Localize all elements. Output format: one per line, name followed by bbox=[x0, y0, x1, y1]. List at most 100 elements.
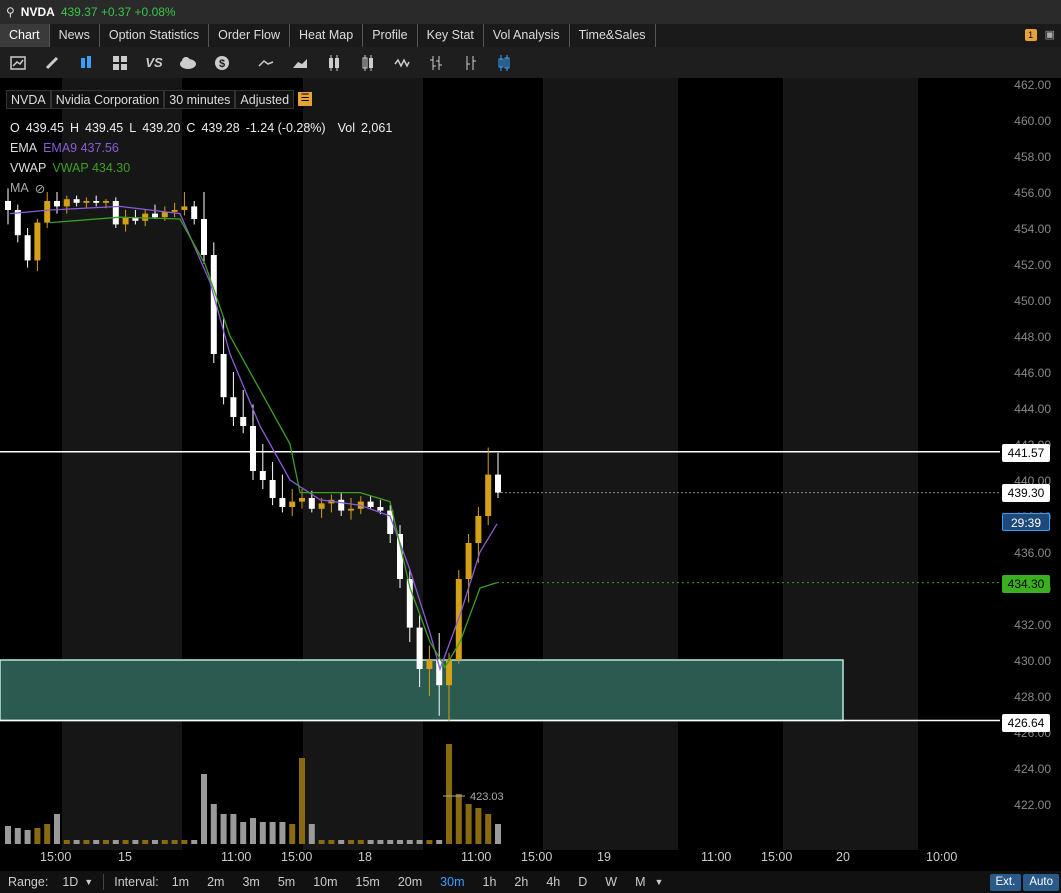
ohlc-readout: O 439.45 H 439.45 L 439.20 C 439.28 -1.2… bbox=[10, 121, 392, 135]
tab-heat-map[interactable]: Heat Map bbox=[290, 24, 364, 47]
last-price-tag: 439.30 bbox=[1002, 484, 1050, 502]
candle-body bbox=[485, 474, 492, 516]
volume-bar bbox=[279, 822, 286, 844]
volume-bar bbox=[299, 758, 305, 844]
interval-option[interactable]: 4h bbox=[537, 875, 569, 889]
candle-body bbox=[14, 210, 21, 236]
ema-legend[interactable]: EMA EMA9 437.56 bbox=[10, 141, 119, 155]
volume-bar bbox=[495, 824, 501, 844]
symbol-info-bar: NVDA Nvidia Corporation 30 minutes Adjus… bbox=[6, 90, 316, 109]
eye-hidden-icon[interactable]: ⊘ bbox=[35, 181, 45, 196]
price-tick-label: 444.00 bbox=[1014, 402, 1051, 416]
auto-scale-button[interactable]: Auto bbox=[1023, 874, 1059, 891]
candle-style-icon[interactable] bbox=[76, 53, 96, 73]
interval-option[interactable]: D bbox=[569, 875, 596, 889]
candle-body bbox=[279, 498, 286, 507]
volume-bar bbox=[230, 814, 237, 844]
time-label: 15:00 bbox=[761, 850, 793, 864]
time-axis[interactable]: 15:00 15 11:00 15:00 18 11:00 15:00 19 1… bbox=[0, 850, 1061, 870]
interval-option[interactable]: 2h bbox=[505, 875, 537, 889]
candle-body bbox=[240, 417, 247, 426]
candle-body bbox=[191, 206, 198, 219]
window-layout-icon[interactable]: ▣ bbox=[1045, 28, 1055, 41]
interval-option[interactable]: 1h bbox=[474, 875, 506, 889]
volume-bar bbox=[152, 840, 158, 844]
candle-body bbox=[171, 210, 178, 212]
search-icon[interactable]: ⚲ bbox=[6, 5, 15, 19]
range-interval-bar: Range: 1D ▼ Interval: 1m 2m 3m 5m 10m 15m 20m 3… bbox=[0, 871, 1061, 893]
tab-chart[interactable]: Chart bbox=[0, 24, 50, 47]
time-label: 18 bbox=[358, 850, 372, 864]
volume-bar bbox=[220, 814, 227, 844]
draw-icon[interactable] bbox=[42, 53, 62, 73]
candle-body bbox=[103, 201, 109, 203]
interval-option[interactable]: 3m bbox=[233, 875, 268, 889]
tab-news[interactable]: News bbox=[50, 24, 100, 47]
dollar-icon[interactable]: $ bbox=[212, 53, 232, 73]
price-tick-label: 424.00 bbox=[1014, 762, 1051, 776]
notification-badge[interactable]: 1 bbox=[1024, 28, 1037, 41]
chevron-down-icon[interactable]: ▼ bbox=[654, 877, 663, 887]
hollow-candle-icon[interactable] bbox=[494, 53, 514, 73]
chart-canvas[interactable]: 423.03 bbox=[0, 78, 1061, 871]
time-label: 19 bbox=[597, 850, 611, 864]
candlestick-icon[interactable] bbox=[358, 53, 378, 73]
tab-profile[interactable]: Profile bbox=[363, 24, 418, 47]
interval-option[interactable]: 5m bbox=[269, 875, 304, 889]
ma-legend[interactable]: MA ⊘ bbox=[10, 181, 45, 196]
ema-value: EMA9 437.56 bbox=[43, 141, 119, 155]
bar-chart-icon[interactable] bbox=[324, 53, 344, 73]
volume-bar bbox=[397, 840, 403, 844]
quote-bar: ⚲ NVDA 439.37 +0.37 +0.08% bbox=[0, 0, 1061, 24]
interval-option[interactable]: 15m bbox=[347, 875, 389, 889]
volume-bar bbox=[250, 818, 256, 844]
interval-option[interactable]: 2m bbox=[198, 875, 233, 889]
area-chart-icon[interactable] bbox=[290, 53, 310, 73]
grid-layout-icon[interactable] bbox=[110, 53, 130, 73]
chevron-down-icon[interactable]: ▼ bbox=[84, 877, 93, 887]
interval-option[interactable]: 10m bbox=[304, 875, 346, 889]
volume-bar bbox=[5, 826, 11, 844]
interval-option[interactable]: 20m bbox=[389, 875, 431, 889]
line-chart-icon[interactable] bbox=[256, 53, 276, 73]
range-select[interactable]: 1D bbox=[62, 875, 78, 889]
candle-body bbox=[416, 627, 423, 669]
time-label: 15 bbox=[118, 850, 132, 864]
menu-icon[interactable]: ☰ bbox=[298, 92, 313, 106]
price-tick-label: 446.00 bbox=[1014, 366, 1051, 380]
tab-vol-analysis[interactable]: Vol Analysis bbox=[484, 24, 570, 47]
tab-time-sales[interactable]: Time&Sales bbox=[570, 24, 656, 47]
cloud-icon[interactable] bbox=[178, 53, 198, 73]
low-label: L bbox=[129, 121, 137, 135]
volume-bar bbox=[436, 840, 443, 844]
tab-key-stat[interactable]: Key Stat bbox=[418, 24, 484, 47]
hlc-icon[interactable] bbox=[460, 53, 480, 73]
tab-order-flow[interactable]: Order Flow bbox=[209, 24, 290, 47]
chart-settings-icon[interactable] bbox=[8, 53, 28, 73]
volume-bar bbox=[308, 824, 315, 844]
symbol-label[interactable]: NVDA bbox=[21, 5, 55, 19]
compare-icon[interactable]: VS bbox=[144, 53, 164, 73]
vwap-legend[interactable]: VWAP VWAP 434.30 bbox=[10, 161, 130, 175]
price-tick-label: 422.00 bbox=[1014, 798, 1051, 812]
interval-option[interactable]: W bbox=[596, 875, 626, 889]
info-symbol[interactable]: NVDA bbox=[6, 90, 51, 109]
open-label: O bbox=[10, 121, 20, 135]
svg-text:$: $ bbox=[219, 58, 225, 70]
info-adjusted[interactable]: Adjusted bbox=[235, 90, 295, 109]
price-chart[interactable]: 423.03 bbox=[0, 78, 1061, 871]
volume-bar bbox=[318, 840, 325, 844]
interval-option[interactable]: 1m bbox=[163, 875, 198, 889]
info-interval[interactable]: 30 minutes bbox=[164, 90, 236, 109]
volume-bar bbox=[73, 840, 80, 844]
interval-option[interactable]: 30m bbox=[431, 875, 473, 889]
volume-bar bbox=[191, 840, 198, 844]
resistance-price-tag: 441.57 bbox=[1002, 444, 1050, 462]
extended-hours-button[interactable]: Ext. bbox=[989, 874, 1022, 891]
bar-countdown-tag: 29:39 bbox=[1002, 513, 1050, 531]
ohlc-icon[interactable] bbox=[426, 53, 446, 73]
candle-body bbox=[299, 498, 305, 502]
wave-icon[interactable] bbox=[392, 53, 412, 73]
tab-option-statistics[interactable]: Option Statistics bbox=[100, 24, 210, 47]
interval-option[interactable]: M bbox=[626, 875, 654, 889]
